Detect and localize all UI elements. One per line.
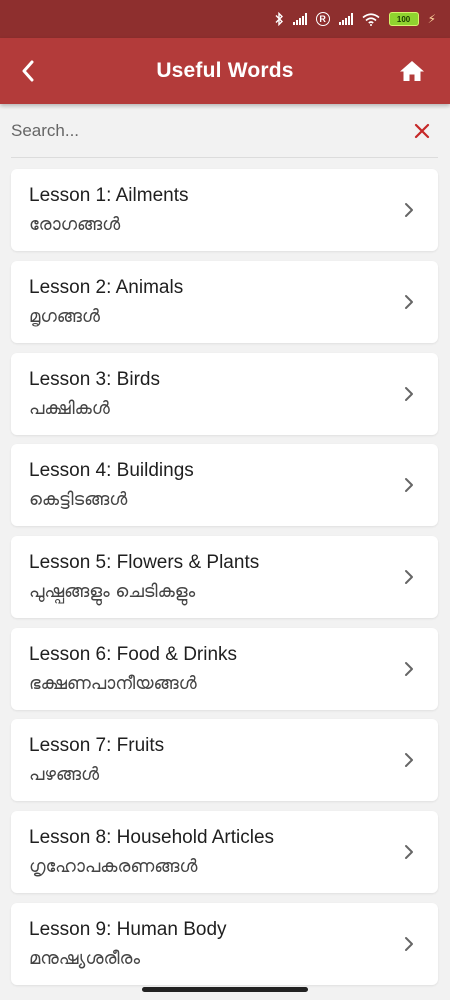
- chevron-right-icon: [402, 750, 416, 770]
- charging-icon: ⚡: [427, 12, 436, 26]
- signal-icon: [338, 13, 353, 25]
- lesson-subtitle: ഗൃഹോപകരണങ്ങൾ: [29, 856, 198, 877]
- back-button[interactable]: [12, 55, 44, 87]
- roaming-icon: R: [315, 12, 330, 26]
- bluetooth-icon: [274, 12, 284, 26]
- home-icon: [400, 61, 424, 81]
- chevron-right-icon: [402, 200, 416, 220]
- list-item[interactable]: Lesson 3: Birds പക്ഷികൾ: [11, 353, 438, 435]
- gesture-bar[interactable]: [142, 987, 308, 992]
- back-arrow-icon: [22, 60, 34, 82]
- list-item[interactable]: Lesson 2: Animals മൃഗങ്ങൾ: [11, 261, 438, 343]
- chevron-right-icon: [402, 659, 416, 679]
- lesson-subtitle: മൃഗങ്ങൾ: [29, 306, 100, 327]
- battery-icon: 100: [388, 12, 419, 26]
- lesson-subtitle: മനുഷ്യശരീരം: [29, 948, 140, 969]
- search-input[interactable]: [11, 110, 406, 151]
- chevron-right-icon: [402, 292, 416, 312]
- list-item[interactable]: Lesson 7: Fruits പഴങ്ങൾ: [11, 719, 438, 801]
- home-button[interactable]: [396, 55, 428, 87]
- list-item[interactable]: Lesson 4: Buildings കെട്ടിടങ്ങൾ: [11, 444, 438, 526]
- page-title: Useful Words: [156, 59, 294, 82]
- search-bar: [11, 104, 438, 158]
- lesson-subtitle: കെട്ടിടങ്ങൾ: [29, 489, 128, 510]
- list-item[interactable]: Lesson 9: Human Body മനുഷ്യശരീരം: [11, 903, 438, 985]
- lesson-title: Lesson 8: Household Articles: [29, 827, 275, 848]
- lesson-title: Lesson 9: Human Body: [29, 919, 227, 940]
- lesson-subtitle: ഭക്ഷണപാനീയങ്ങൾ: [29, 673, 197, 694]
- lesson-subtitle: പഴങ്ങൾ: [29, 764, 100, 785]
- lesson-subtitle: രോഗങ്ങൾ: [29, 214, 121, 235]
- chevron-right-icon: [402, 384, 416, 404]
- signal-icon: [292, 13, 307, 25]
- status-bar: R 100 ⚡: [0, 0, 450, 38]
- lesson-title: Lesson 1: Ailments: [29, 185, 189, 206]
- wifi-icon: [362, 12, 380, 26]
- list-item[interactable]: Lesson 8: Household Articles ഗൃഹോപകരണങ്ങ…: [11, 811, 438, 893]
- list-item[interactable]: Lesson 1: Ailments രോഗങ്ങൾ: [11, 169, 438, 251]
- lesson-title: Lesson 3: Birds: [29, 369, 160, 390]
- lesson-title: Lesson 4: Buildings: [29, 460, 194, 481]
- lesson-title: Lesson 6: Food & Drinks: [29, 644, 238, 665]
- lesson-title: Lesson 7: Fruits: [29, 735, 165, 756]
- clear-search-button[interactable]: [406, 115, 438, 147]
- chevron-right-icon: [402, 475, 416, 495]
- chevron-right-icon: [402, 842, 416, 862]
- app-bar: Useful Words: [0, 38, 450, 104]
- lesson-subtitle: പക്ഷികൾ: [29, 398, 110, 419]
- lesson-title: Lesson 5: Flowers & Plants: [29, 552, 260, 573]
- list-item[interactable]: Lesson 5: Flowers & Plants പുഷ്പങ്ങളും ച…: [11, 536, 438, 618]
- chevron-right-icon: [402, 934, 416, 954]
- close-icon: [414, 123, 430, 138]
- chevron-right-icon: [402, 567, 416, 587]
- lesson-title: Lesson 2: Animals: [29, 277, 184, 298]
- list-item[interactable]: Lesson 6: Food & Drinks ഭക്ഷണപാനീയങ്ങൾ: [11, 628, 438, 710]
- lesson-subtitle: പുഷ്പങ്ങളും ചെടികളും: [29, 581, 196, 602]
